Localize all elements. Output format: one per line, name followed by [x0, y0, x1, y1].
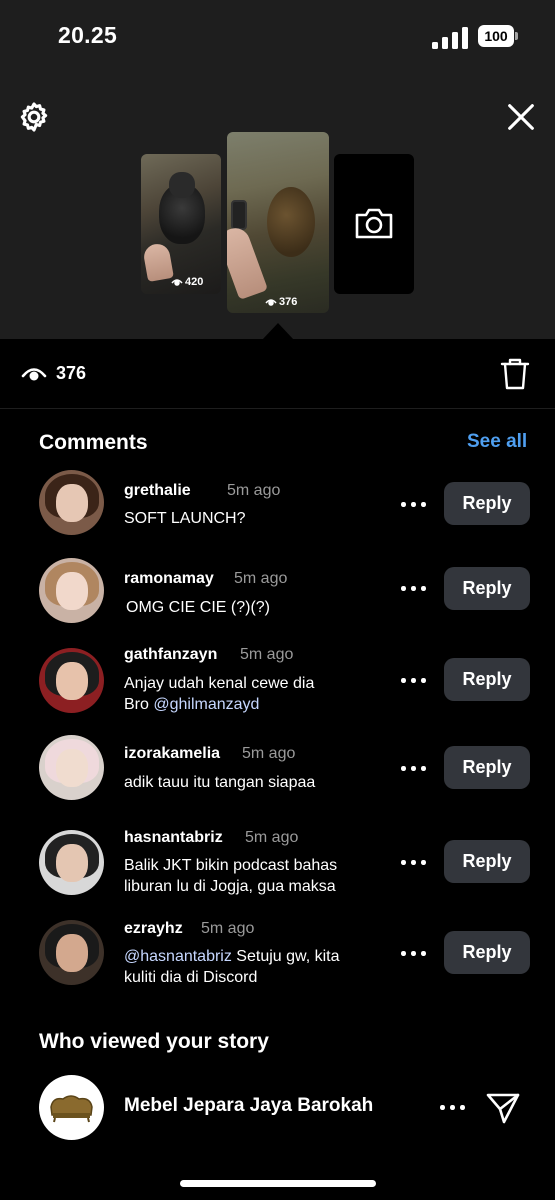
reply-button[interactable]: Reply: [444, 931, 530, 974]
eye-icon: [21, 368, 47, 381]
avatar[interactable]: [39, 735, 104, 800]
comment-username[interactable]: grethalie: [124, 482, 191, 500]
story-preview-panel: 20.25 100 420 376: [0, 0, 555, 340]
comment-text-line: kuliti dia di Discord: [124, 969, 258, 986]
viewers-title: Who viewed your story: [39, 1030, 269, 1053]
more-icon[interactable]: [401, 764, 427, 772]
more-icon[interactable]: [401, 676, 427, 684]
reply-button[interactable]: Reply: [444, 746, 530, 789]
comment-username[interactable]: hasnantabriz: [124, 829, 223, 847]
mention-link[interactable]: @ghilmanzayd: [153, 696, 259, 713]
comment-text: SOFT LAUNCH?: [124, 510, 246, 527]
comment-text-line: liburan lu di Jogja, gua maksa: [124, 878, 336, 895]
comment-text-suffix: Setuju gw, kita: [231, 948, 340, 965]
comment-text: OMG CIE CIE (?)(?): [126, 599, 271, 616]
viewer-name[interactable]: Mebel Jepara Jaya Barokah: [124, 1095, 373, 1117]
mention-link[interactable]: @hasnantabriz: [124, 948, 232, 965]
comment-text-line: Bro @ghilmanzayd: [124, 694, 314, 715]
active-story-pointer: [262, 323, 294, 340]
close-icon[interactable]: [504, 100, 538, 134]
trash-icon[interactable]: [500, 357, 530, 391]
comment-text-line: Balik JKT bikin podcast bahas: [124, 857, 338, 874]
story-views-count: 376: [279, 296, 298, 308]
comment-username[interactable]: ramonamay: [124, 570, 214, 588]
more-icon[interactable]: [401, 500, 427, 508]
avatar[interactable]: [39, 830, 104, 895]
eye-icon: [265, 299, 277, 306]
avatar[interactable]: [39, 558, 104, 623]
comment-time: 5m ago: [242, 745, 296, 762]
comment-time: 5m ago: [240, 646, 294, 663]
more-icon[interactable]: [401, 949, 427, 957]
comment-time: 5m ago: [201, 920, 255, 937]
views-count: 376: [56, 363, 87, 383]
story-thumbnail-2[interactable]: 376: [227, 132, 329, 313]
comment-text: Anjay udah kenal cewe dia Bro @ghilmanza…: [124, 673, 314, 715]
comment-time: 5m ago: [227, 482, 281, 499]
comment-time: 5m ago: [234, 570, 288, 587]
comment-text: adik tauu itu tangan siapaa: [124, 774, 316, 791]
camera-icon: [355, 208, 393, 239]
comment-text: @hasnantabriz Setuju gw, kita kuliti dia…: [124, 946, 339, 988]
avatar[interactable]: [39, 920, 104, 985]
gear-icon[interactable]: [17, 100, 51, 134]
comment-text: Balik JKT bikin podcast bahas liburan lu…: [124, 855, 337, 897]
sofa-icon: [50, 1095, 93, 1123]
comment-text-prefix: Bro: [124, 696, 154, 713]
avatar[interactable]: [39, 470, 104, 535]
comment-text-line: Anjay udah kenal cewe dia: [124, 675, 315, 692]
more-icon[interactable]: [440, 1103, 466, 1111]
see-all-link[interactable]: See all: [467, 431, 527, 453]
story-views: 420: [171, 276, 203, 288]
avatar[interactable]: [39, 1075, 104, 1140]
battery-icon: 100: [478, 25, 518, 47]
avatar[interactable]: [39, 648, 104, 713]
reply-button[interactable]: Reply: [444, 658, 530, 701]
status-time: 20.25: [58, 22, 118, 48]
add-story-camera[interactable]: [334, 154, 414, 294]
send-icon[interactable]: [485, 1090, 521, 1126]
more-icon[interactable]: [401, 858, 427, 866]
story-thumbnail-1[interactable]: 420: [141, 154, 221, 294]
eye-icon: [171, 279, 183, 286]
comment-time: 5m ago: [245, 829, 299, 846]
comment-username[interactable]: gathfanzayn: [124, 646, 217, 664]
reply-button[interactable]: Reply: [444, 482, 530, 525]
home-indicator[interactable]: [180, 1180, 376, 1187]
reply-button[interactable]: Reply: [444, 840, 530, 883]
more-icon[interactable]: [401, 584, 427, 592]
reply-button[interactable]: Reply: [444, 567, 530, 610]
views-row: 376: [0, 339, 555, 409]
comments-title: Comments: [39, 431, 148, 454]
story-views: 376: [265, 296, 297, 308]
story-views-count: 420: [185, 276, 204, 288]
battery-level: 100: [478, 25, 514, 47]
comment-username[interactable]: ezrayhz: [124, 920, 183, 938]
comment-username[interactable]: izorakamelia: [124, 745, 220, 763]
comment-text-line: @hasnantabriz Setuju gw, kita: [124, 946, 339, 967]
signal-icon: [432, 27, 468, 49]
